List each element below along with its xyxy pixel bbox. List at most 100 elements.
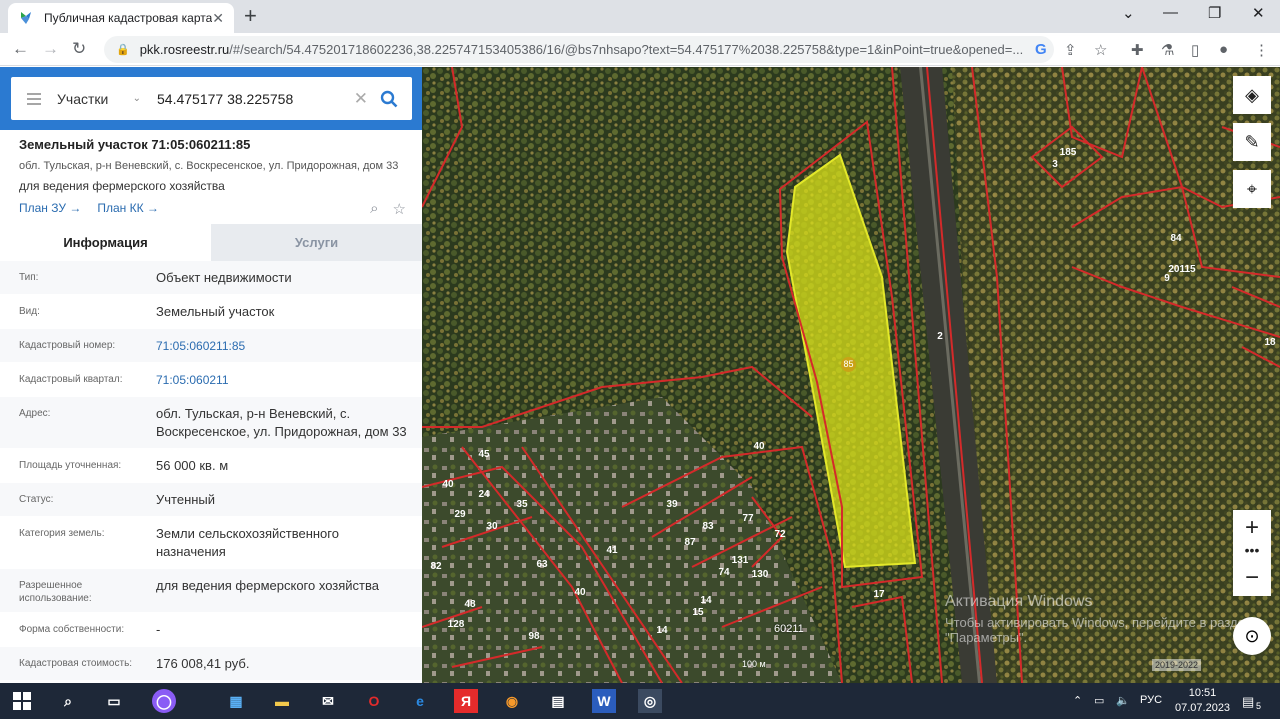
attribute-row: Кадастровая стоимость: 176 008,41 руб.	[0, 647, 422, 681]
word-icon[interactable]: W	[592, 689, 616, 713]
lab-flask-icon[interactable]: ⚗	[1161, 41, 1174, 59]
svg-text:45: 45	[478, 449, 490, 460]
attribute-row: Площадь уточненная: 56 000 кв. м	[0, 449, 422, 483]
chrome-active-icon[interactable]: ◎	[638, 689, 662, 713]
url-text[interactable]: pkk.rosreestr.ru/#/search/54.47520171860…	[140, 42, 1030, 57]
share-icon[interactable]: ⇪	[1064, 41, 1077, 59]
back-arrow-icon[interactable]: ←	[12, 39, 29, 59]
hamburger-menu-icon[interactable]	[27, 92, 41, 105]
tab-services[interactable]: Услуги	[211, 224, 422, 261]
clock[interactable]: 10:51 07.07.2023	[1175, 686, 1230, 716]
svg-text:84: 84	[1170, 233, 1182, 244]
svg-text:74: 74	[718, 567, 730, 578]
favorite-star-icon[interactable]: ☆	[393, 200, 406, 218]
locate-icon[interactable]: ⌖	[1233, 170, 1271, 208]
edge-icon[interactable]: e	[408, 689, 432, 713]
windows-start-icon[interactable]	[10, 689, 34, 713]
clear-search-icon[interactable]: ✕	[354, 89, 368, 109]
svg-text:17: 17	[873, 589, 885, 600]
close-window-button[interactable]: ✕	[1252, 4, 1265, 22]
store-icon[interactable]: ▦	[224, 689, 248, 713]
side-panel-icon[interactable]: ▯	[1191, 41, 1199, 59]
clock-date: 07.07.2023	[1175, 702, 1231, 714]
map-copyright: 2019-2022	[1152, 659, 1202, 671]
satellite-imagery: 3 185 84 20115 9 2 17 18 45 40 40 39 83 …	[422, 67, 1280, 683]
zoom-in-button[interactable]: +	[1233, 510, 1271, 546]
chrome-menu-icon[interactable]: ⋮	[1254, 41, 1269, 59]
svg-text:72: 72	[774, 529, 786, 540]
layers-icon[interactable]: ◈	[1233, 76, 1271, 114]
language-indicator[interactable]: РУС	[1140, 694, 1162, 706]
search-box: Участки ⌄ 54.475177 38.225758 ✕	[11, 77, 412, 120]
zoom-to-parcel-icon[interactable]: ⌕	[370, 200, 378, 218]
file-explorer-icon[interactable]: ▬	[270, 689, 294, 713]
attribute-key: Категория земель:	[19, 528, 105, 539]
forward-arrow-icon[interactable]: →	[42, 39, 59, 59]
category-select[interactable]: Участки ⌄	[57, 91, 147, 107]
svg-text:185: 185	[1060, 147, 1077, 158]
attribute-row: Форма собственности: -	[0, 613, 422, 647]
map-view[interactable]: 3 185 84 20115 9 2 17 18 45 40 40 39 83 …	[422, 67, 1280, 683]
svg-text:82: 82	[430, 561, 442, 572]
minimize-button[interactable]: —	[1163, 4, 1178, 21]
calculator-icon[interactable]: ▤	[546, 689, 570, 713]
attribute-key: Площадь уточненная:	[19, 460, 122, 471]
notification-count: 5	[1256, 701, 1262, 711]
new-tab-button[interactable]: +	[244, 5, 257, 27]
svg-text:35: 35	[516, 499, 528, 510]
yandex-icon[interactable]: Я	[454, 689, 478, 713]
parcel-header: Земельный участок 71:05:060211:85 обл. Т…	[0, 130, 422, 224]
parcel-number-label[interactable]: 85	[841, 357, 856, 372]
plan-kk-link[interactable]: План КК →	[97, 201, 159, 215]
profile-avatar-icon[interactable]: ●	[1219, 41, 1228, 58]
ruler-icon[interactable]: ✎	[1233, 123, 1271, 161]
svg-text:40: 40	[442, 479, 454, 490]
google-translate-icon[interactable]: G	[1035, 41, 1047, 58]
alice-icon[interactable]: ◯	[152, 689, 176, 713]
zoom-controls: + ••• −	[1233, 510, 1271, 596]
battery-icon[interactable]: ▭	[1094, 694, 1104, 707]
search-input[interactable]: 54.475177 38.225758	[157, 91, 354, 107]
task-view-icon[interactable]: ▭	[102, 689, 126, 713]
volume-icon[interactable]: 🔈	[1116, 694, 1130, 707]
extensions-icon[interactable]: ✚	[1131, 41, 1144, 59]
search-icon[interactable]	[380, 90, 398, 108]
firefox-icon[interactable]: ◉	[500, 689, 524, 713]
reload-icon[interactable]: ↻	[72, 39, 86, 59]
attribute-key: Вид:	[19, 306, 40, 317]
windows-activation-watermark: Активация Windows Чтобы активировать Win…	[945, 593, 1280, 645]
attribute-key: Адрес:	[19, 408, 51, 419]
browser-tab[interactable]: Публичная кадастровая карта ✕	[8, 3, 234, 33]
tab-search-icon[interactable]: ⌄	[1122, 4, 1135, 22]
zoom-level-dots: •••	[1244, 542, 1260, 558]
notifications-icon[interactable]: ▤	[1242, 694, 1254, 710]
attribute-value: 56 000 кв. м	[156, 458, 229, 473]
scale-bar: 100 м	[742, 659, 766, 669]
watermark-title: Активация Windows	[945, 593, 1093, 610]
svg-text:83: 83	[702, 521, 714, 532]
attribute-value: 176 008,41 руб.	[156, 656, 250, 671]
svg-text:18: 18	[1264, 337, 1276, 348]
attribute-value: -	[156, 622, 161, 637]
attribute-key: Тип:	[19, 272, 39, 283]
attribute-table: Тип: Объект недвижимости Вид: Земельный уч…	[0, 261, 422, 681]
tab-info[interactable]: Информация	[0, 224, 211, 261]
cadastral-quarter-link[interactable]: 71:05:060211	[156, 371, 422, 389]
svg-text:87: 87	[684, 537, 696, 548]
attribute-row: Категория земель: Земли сельскохозяйствен…	[0, 517, 422, 569]
search-bar: Участки ⌄ 54.475177 38.225758 ✕	[0, 67, 422, 130]
maximize-button[interactable]: ❐	[1208, 4, 1221, 22]
bookmark-star-icon[interactable]: ☆	[1094, 41, 1107, 59]
opera-icon[interactable]: O	[362, 689, 386, 713]
cadastral-number-link[interactable]: 71:05:060211:85	[156, 337, 422, 355]
zoom-out-button[interactable]: −	[1233, 560, 1271, 596]
mail-icon[interactable]: ✉	[316, 689, 340, 713]
svg-text:128: 128	[448, 619, 465, 630]
attribute-value: Учтенный	[156, 492, 216, 507]
plan-zu-link[interactable]: План ЗУ →	[19, 201, 81, 215]
address-bar[interactable]: 🔒 pkk.rosreestr.ru/#/search/54.475201718…	[104, 36, 1054, 63]
tray-expand-icon[interactable]: ⌃	[1073, 694, 1082, 707]
search-icon[interactable]: ⌕	[56, 689, 80, 713]
svg-text:41: 41	[606, 545, 618, 556]
tab-close-icon[interactable]: ✕	[212, 10, 224, 27]
